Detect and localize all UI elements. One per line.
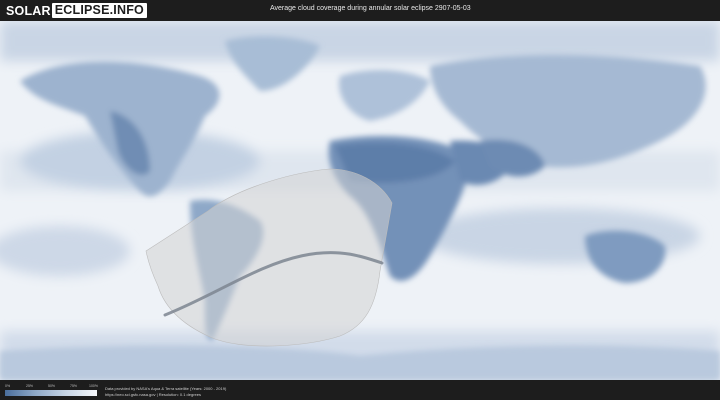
data-credit-text: Data provided by NASA's Aqua & Terra sat… — [105, 386, 227, 391]
cloud-coverage-legend-bar — [5, 390, 97, 396]
legend-tick-100: 100% — [89, 384, 98, 388]
world-map-svg — [0, 21, 720, 380]
legend-tick-50: 50% — [48, 384, 56, 388]
site-logo[interactable]: SOLAR ECLIPSE.INFO — [6, 3, 147, 18]
logo-text-eclipse-info: ECLIPSE.INFO — [51, 3, 147, 18]
logo-text-solar: SOLAR — [6, 3, 51, 18]
page-title: Average cloud coverage during annular so… — [270, 5, 471, 12]
data-source-url[interactable]: https://neo.sci.gsfc.nasa.gov | Resoluti… — [105, 392, 201, 397]
footer-bar: 0% 25% 50% 75% 100% Data provided by NAS… — [0, 380, 720, 400]
cloud-coverage-map — [0, 21, 720, 380]
legend-tick-25: 25% — [26, 384, 34, 388]
legend-tick-75: 75% — [70, 384, 78, 388]
header-bar: SOLAR ECLIPSE.INFO Average cloud coverag… — [0, 0, 720, 21]
legend-tick-0: 0% — [5, 384, 11, 388]
